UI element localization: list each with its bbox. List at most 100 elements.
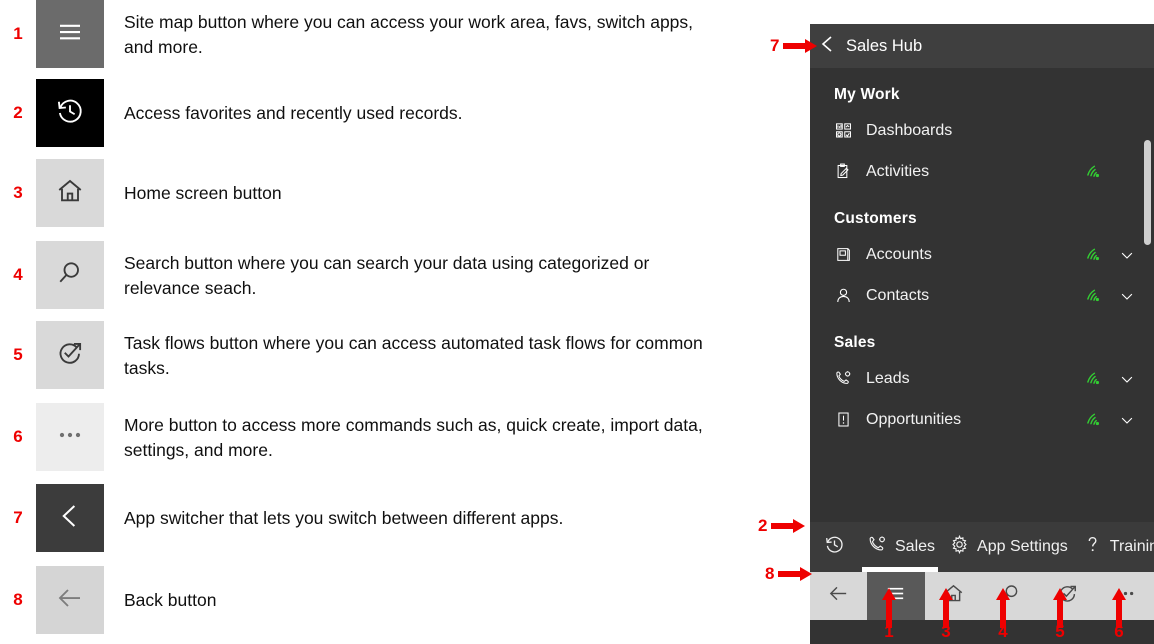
hamburger-icon [55,17,85,52]
callout-7-number: 7 [770,36,780,55]
toolbar-item-history[interactable] [824,534,845,560]
legend-icon-swatch[interactable] [36,403,104,471]
legend-row-1: 1 Site map button where you can access yo… [0,0,770,68]
legend-icon-swatch[interactable] [36,566,104,634]
legend-row-4: 4 Search button where you can search your… [0,241,770,309]
legend-description: Site map button where you can access you… [124,11,694,57]
nav-item-contacts[interactable]: Contacts [810,275,1154,316]
toolbar-item-app-settings[interactable]: App Settings [949,534,1068,560]
nav-item-activities[interactable]: Activities [810,151,1154,192]
nav-item-dashboards[interactable]: Dashboards [810,110,1154,151]
search-button[interactable] [982,572,1039,620]
back-arrow-icon [55,583,85,618]
legend-number: 7 [13,508,23,527]
dashboards-icon [834,121,860,140]
legend-icon-swatch[interactable] [36,0,104,68]
back-button[interactable] [810,572,867,620]
contact-icon [834,286,860,305]
chevron-down-icon[interactable] [1118,411,1136,429]
chevron-down-icon[interactable] [1118,287,1136,305]
history-icon [55,96,85,131]
chevron-down-icon[interactable] [1118,246,1136,264]
legend-number: 8 [13,590,23,609]
nav-group-title: Sales [834,334,876,351]
callout-2-number: 2 [758,516,768,535]
toolbar-item-label: Sales [895,538,936,555]
legend-description: Home screen button [124,183,282,204]
arrow-right-icon [778,567,813,581]
nav-item-label: Activities [866,162,930,180]
nav-item-label: Opportunities [866,410,962,428]
offline-available-icon [1085,371,1102,386]
callout-7: 7 [770,36,818,56]
legend-number: 3 [13,183,23,202]
legend-row-6: 6 More button to access more commands suc… [0,403,770,471]
nav-item-label: Contacts [866,286,930,304]
back-arrow-icon [827,582,850,610]
legend-row-8: 8 Back button [0,566,770,634]
legend-row-7: 7 App switcher that lets you switch betwe… [0,484,770,552]
arrow-right-icon [783,39,818,53]
nav-scroll-area[interactable]: My Work Dashboards Activities Customers Acco… [810,68,1154,518]
home-button[interactable] [925,572,982,620]
callout-4-number: 4 [998,622,1008,641]
legend-icon-swatch[interactable] [36,241,104,309]
nav-item-opportunities[interactable]: Opportunities [810,399,1154,440]
legend-icon-swatch[interactable] [36,159,104,227]
nav-item-label: Accounts [866,245,932,263]
offline-available-icon [1085,164,1102,179]
legend-icon-swatch[interactable] [36,484,104,552]
legend-description: Back button [124,590,217,611]
task-flows-button[interactable] [1039,572,1096,620]
nav-item-accounts[interactable]: Accounts [810,234,1154,275]
panel-title: Sales Hub [846,36,923,55]
nav-item-label: Leads [866,369,910,387]
toolbar-item-label: App Settings [977,538,1068,555]
legend-description: App switcher that lets you switch betwee… [124,508,564,529]
legend-row-5: 5 Task flows button where you can access … [0,321,770,389]
nav-item-leads[interactable]: Leads [810,358,1154,399]
app-switcher-icon [55,501,85,536]
legend-number: 1 [13,24,23,43]
offline-available-icon [1085,412,1102,427]
arrow-right-icon [771,519,806,533]
legend-column: 1 Site map button where you can access yo… [0,0,790,644]
callout-6-number: 6 [1114,622,1124,641]
sales-hub-panel: Sales Hub My Work Dashboards Activities Cus… [810,24,1154,644]
more-icon [55,420,85,455]
chevron-down-icon[interactable] [1118,370,1136,388]
offline-available-icon [1085,247,1102,262]
history-icon [824,534,845,560]
legend-number: 6 [13,427,23,446]
opportunity-icon [834,410,860,429]
nav-item-label: Dashboards [866,121,953,139]
toolbar-item-label: Training [1109,538,1154,555]
callout-1-number: 1 [884,622,894,641]
offline-available-icon [1085,288,1102,303]
home-icon [55,176,85,211]
gear-icon [949,534,970,560]
sales-phone-icon [867,534,888,560]
toolbar-item-training[interactable]: Training [1082,534,1154,560]
account-icon [834,245,860,264]
scrollbar-thumb[interactable] [1144,140,1151,245]
toolbar-item-sales[interactable]: Sales [867,534,935,560]
legend-number: 5 [13,345,23,364]
task-flows-icon [55,338,85,373]
legend-row-2: 2 Access favorites and recently used reco… [0,79,770,147]
lead-icon [834,369,860,388]
activities-icon [834,162,860,181]
legend-number: 2 [13,103,23,122]
search-icon [55,258,85,293]
legend-description: Access favorites and recently used recor… [124,103,463,124]
callout-3-number: 3 [941,622,951,641]
chevron-left-icon[interactable] [820,34,834,59]
nav-group-title: My Work [834,86,900,103]
callout-5-number: 5 [1055,622,1065,641]
panel-toolbar: Sales App Settings Training [810,522,1154,572]
legend-icon-swatch[interactable] [36,321,104,389]
legend-icon-swatch[interactable] [36,79,104,147]
legend-description: More button to access more commands such… [124,414,703,460]
bottom-nav-bar [810,572,1154,620]
callout-8-number: 8 [765,564,775,583]
